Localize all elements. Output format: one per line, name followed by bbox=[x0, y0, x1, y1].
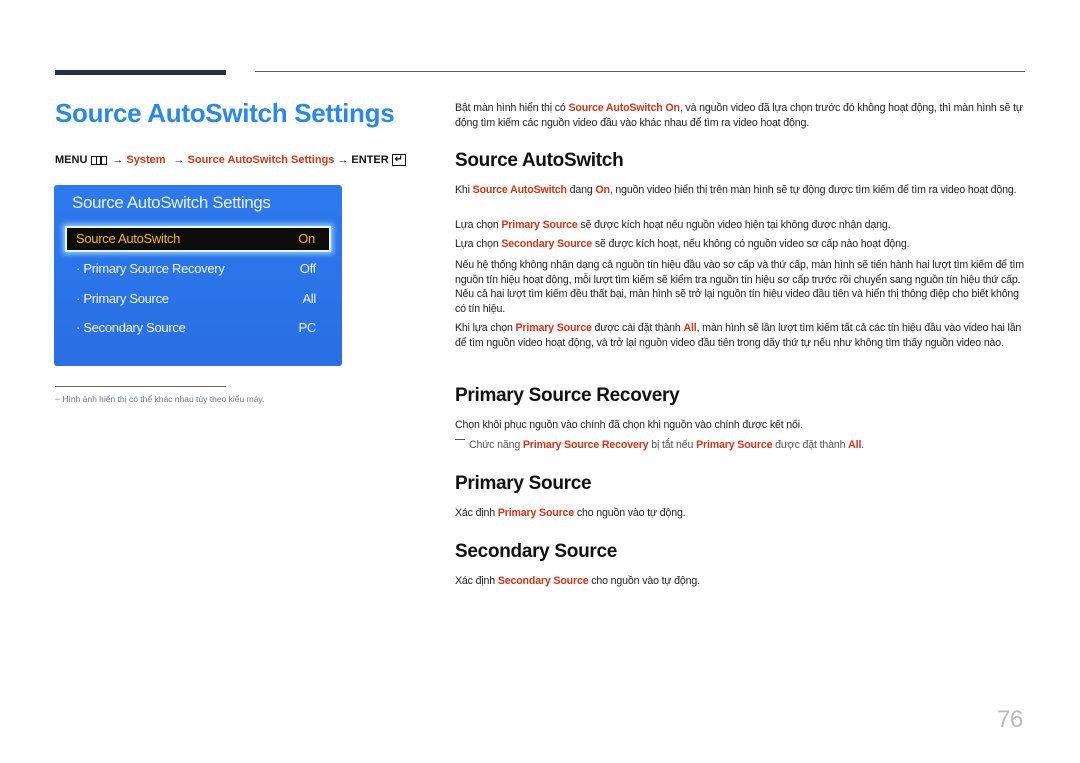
page-number: 76 bbox=[997, 706, 1023, 733]
osd-row-label: · Primary Source Recovery bbox=[76, 261, 225, 276]
highlight: Primary Source bbox=[515, 322, 592, 334]
footnote-divider bbox=[55, 386, 226, 387]
osd-row-label: Source AutoSwitch bbox=[76, 231, 181, 246]
highlight: Source AutoSwitch bbox=[472, 184, 567, 196]
autoswitch-paragraph-3: Lựa chọn Secondary Source sẽ được kích h… bbox=[455, 237, 1030, 252]
page-title: Source AutoSwitch Settings bbox=[55, 98, 395, 128]
menu-path-source-autoswitch-settings: Source AutoSwitch Settings bbox=[187, 154, 335, 166]
text: được cài đặt thành bbox=[591, 322, 684, 334]
osd-row-source-autoswitch[interactable]: Source AutoSwitch On bbox=[65, 226, 331, 252]
arrow-icon: → bbox=[337, 154, 349, 166]
text: Khi lựa chọn bbox=[455, 322, 516, 334]
arrow-icon: → bbox=[173, 154, 185, 166]
recovery-note: Chức năng Primary Source Recovery bị tắt… bbox=[455, 438, 1030, 452]
header-rule-thick bbox=[55, 70, 226, 75]
text: Khi bbox=[455, 184, 473, 196]
menu-label: MENU bbox=[55, 154, 88, 166]
autoswitch-paragraph-4: Nếu hệ thống không nhận dạng cả nguồn tí… bbox=[455, 259, 1024, 315]
text: , nguồn video hiển thị trên màn hình sẽ … bbox=[609, 184, 1017, 196]
osd-row-secondary-source[interactable]: · Secondary Source PC bbox=[66, 316, 330, 338]
highlight: Primary Source bbox=[696, 439, 773, 451]
section-heading-secondary-source: Secondary Source bbox=[455, 541, 618, 562]
text: Lựa chọn bbox=[455, 219, 502, 231]
text: được đặt thành bbox=[772, 439, 849, 451]
text: Xác định bbox=[455, 507, 498, 519]
recovery-paragraph: Chọn khôi phục nguồn vào chính đã chọn k… bbox=[455, 419, 803, 431]
primary-source-paragraph: Xác định Primary Source cho nguồn vào tự… bbox=[455, 506, 1030, 521]
osd-row-primary-source[interactable]: · Primary Source All bbox=[66, 287, 330, 309]
text: đang bbox=[566, 184, 596, 196]
arrow-icon: → bbox=[112, 154, 124, 166]
enter-label: ENTER bbox=[351, 154, 389, 166]
text: cho nguồn vào tự động. bbox=[588, 575, 700, 587]
autoswitch-paragraph-2: Lựa chọn Primary Source sẽ được kích hoạ… bbox=[455, 218, 1030, 233]
highlight: All bbox=[848, 439, 862, 451]
osd-row-label: · Primary Source bbox=[76, 291, 169, 306]
text: Chức năng bbox=[469, 439, 523, 451]
osd-row-primary-source-recovery[interactable]: · Primary Source Recovery Off bbox=[66, 257, 330, 279]
menu-path-system: System bbox=[126, 154, 166, 166]
menu-path: MENU → System → Source AutoSwitch Settin… bbox=[55, 154, 406, 166]
osd-row-value: On bbox=[298, 231, 315, 246]
autoswitch-paragraph-5: Khi lựa chọn Primary Source được cài đặt… bbox=[455, 321, 1030, 350]
section-heading-source-autoswitch: Source AutoSwitch bbox=[455, 150, 624, 171]
osd-menu-panel: Source AutoSwitch Settings Source AutoSw… bbox=[54, 185, 342, 366]
text: cho nguồn vào tự động. bbox=[574, 507, 686, 519]
highlight: On bbox=[595, 184, 610, 196]
osd-row-value: Off bbox=[299, 261, 317, 276]
text: bị tắt nếu bbox=[648, 439, 697, 451]
section-heading-primary-source: Primary Source bbox=[455, 473, 592, 494]
autoswitch-paragraph-1: Khi Source AutoSwitch đang On, nguồn vid… bbox=[455, 183, 1030, 198]
header-rule-thin bbox=[255, 71, 1025, 72]
text: . bbox=[861, 439, 865, 451]
footnote: − Hình ảnh hiển thị có thể khác nhau tùy… bbox=[55, 394, 265, 404]
osd-row-label: · Secondary Source bbox=[76, 320, 186, 335]
text: Bật màn hình hiển thị có bbox=[455, 102, 569, 114]
menu-grid-icon bbox=[91, 155, 108, 165]
text: Lựa chọn bbox=[455, 238, 502, 250]
osd-title: Source AutoSwitch Settings bbox=[72, 193, 271, 212]
highlight: Secondary Source bbox=[497, 575, 589, 587]
osd-row-value: PC bbox=[298, 320, 317, 335]
intro-paragraph: Bật màn hình hiển thị có Source AutoSwit… bbox=[455, 101, 1030, 130]
osd-row-value: All bbox=[302, 291, 316, 306]
highlight: Primary Source bbox=[501, 219, 578, 231]
secondary-source-paragraph: Xác định Secondary Source cho nguồn vào … bbox=[455, 574, 1030, 589]
highlight: Primary Source bbox=[497, 507, 575, 519]
text: sẽ được kích hoạt, nếu không có nguồn vi… bbox=[592, 238, 910, 250]
highlight: Primary Source Recovery bbox=[522, 439, 649, 451]
highlight: Source AutoSwitch On bbox=[568, 102, 680, 114]
highlight: Secondary Source bbox=[501, 238, 593, 250]
highlight: All bbox=[683, 322, 697, 334]
section-heading-primary-source-recovery: Primary Source Recovery bbox=[455, 385, 680, 406]
text: sẽ được kích hoạt nếu nguồn video hiện t… bbox=[577, 219, 891, 231]
enter-icon: ↵ bbox=[391, 154, 406, 166]
note-dash-icon bbox=[455, 439, 465, 440]
text: Xác định bbox=[455, 575, 498, 587]
